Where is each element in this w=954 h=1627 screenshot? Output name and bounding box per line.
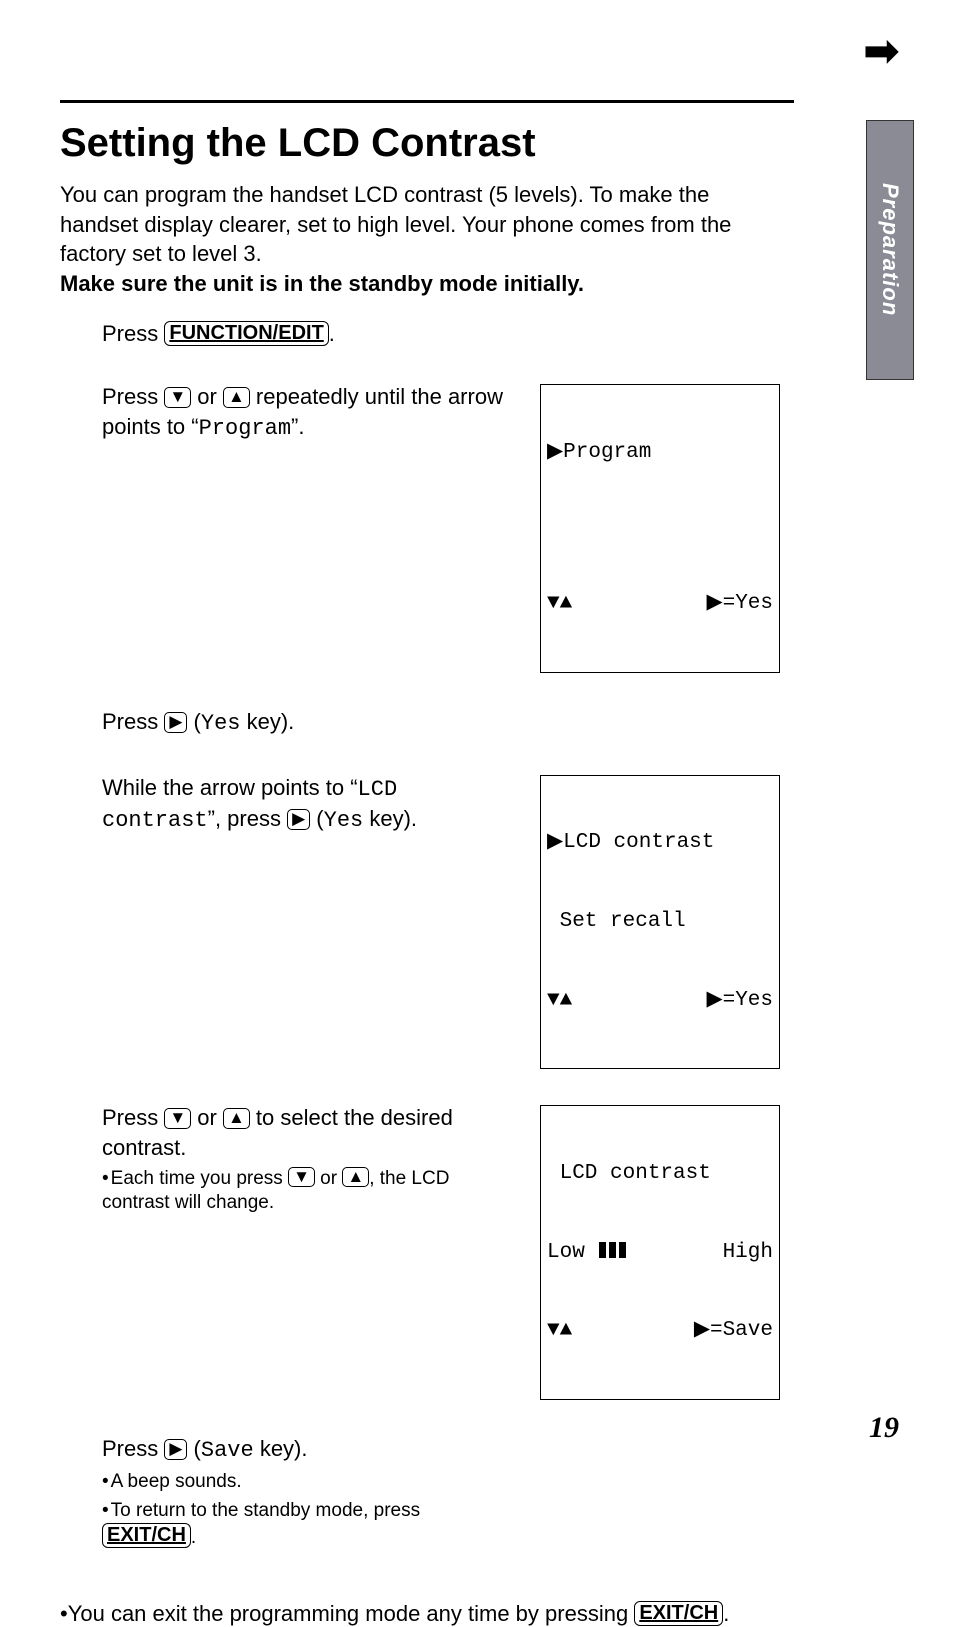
footer-pre: •You can exit the programming mode any t… xyxy=(60,1601,634,1626)
lcd1-row3l: ▼▲ xyxy=(547,591,572,617)
step5-sub-a: Each time you press xyxy=(102,1168,288,1189)
lcd2-row2: Set recall xyxy=(547,909,773,935)
continue-arrow-icon: ➡ xyxy=(864,30,899,72)
step-5: Press ▼ or ▲ to select the desired contr… xyxy=(102,1103,784,1400)
step2-mid: or xyxy=(191,384,223,409)
up-arrow-button[interactable]: ▲ xyxy=(223,387,250,408)
step4-a: While the arrow points to “ xyxy=(102,775,358,800)
step4-d: key). xyxy=(363,806,417,831)
right-arrow-button[interactable]: ▶ xyxy=(164,712,187,733)
lcd3-row1: LCD contrast xyxy=(547,1161,773,1187)
page-number: 19 xyxy=(869,1411,899,1445)
step4-mono2: Yes xyxy=(324,808,364,833)
step3-post1: ( xyxy=(187,709,200,734)
up-arrow-button-2[interactable]: ▲ xyxy=(223,1108,250,1129)
up-arrow-button-3[interactable]: ▲ xyxy=(342,1167,369,1188)
step-6: Press ▶ (Save key). A beep sounds. To re… xyxy=(102,1434,784,1551)
intro-bold: Make sure the unit is in the standby mod… xyxy=(60,271,584,296)
step2-mono: Program xyxy=(199,416,291,441)
step6-sub1: A beep sounds. xyxy=(102,1471,242,1492)
lcd1-row3r: ▶=Yes xyxy=(706,591,773,617)
step-2: Press ▼ or ▲ repeatedly until the arrow … xyxy=(102,382,784,673)
step3-mono: Yes xyxy=(201,711,241,736)
step6-post1: ( xyxy=(187,1436,200,1461)
lcd-screen-1: ▶Program ▼▲ ▶=Yes xyxy=(540,384,780,673)
step6-sub1-wrap: A beep sounds. xyxy=(102,1470,512,1495)
step6-sub2a: To return to the standby mode, press xyxy=(102,1500,420,1521)
step-3: Press ▶ (Yes key). xyxy=(102,707,784,739)
lcd-screen-2: ▶LCD contrast Set recall ▼▲ ▶=Yes xyxy=(540,775,780,1070)
contrast-bars-icon xyxy=(599,1242,626,1258)
step-4: While the arrow points to “LCD contrast”… xyxy=(102,773,784,1070)
step2-post2: ”. xyxy=(291,414,304,439)
step3-post2: key). xyxy=(241,709,295,734)
exit-ch-button-2[interactable]: EXIT/CH xyxy=(634,1601,723,1626)
step2-pre: Press xyxy=(102,384,164,409)
step6-mono: Save xyxy=(201,1438,254,1463)
section-tab: Preparation xyxy=(866,120,914,380)
down-arrow-button[interactable]: ▼ xyxy=(164,387,191,408)
lcd-screen-3: LCD contrast Low High ▼▲ ▶=Save xyxy=(540,1105,780,1400)
lcd3-low: Low xyxy=(547,1241,585,1264)
lcd1-row1: ▶Program xyxy=(547,440,773,466)
page-title: Setting the LCD Contrast xyxy=(60,121,894,166)
step6-post2: key). xyxy=(254,1436,308,1461)
lcd2-row3l: ▼▲ xyxy=(547,988,572,1014)
divider xyxy=(60,100,794,103)
down-arrow-button-3[interactable]: ▼ xyxy=(288,1167,315,1188)
section-tab-label: Preparation xyxy=(877,183,903,316)
footer-note: •You can exit the programming mode any t… xyxy=(60,1601,894,1627)
step4-c: ( xyxy=(310,806,323,831)
exit-ch-button[interactable]: EXIT/CH xyxy=(102,1523,191,1548)
step5-sub: Each time you press ▼ or ▲, the LCD cont… xyxy=(102,1167,512,1216)
step1-pre: Press xyxy=(102,321,164,346)
right-arrow-button-2[interactable]: ▶ xyxy=(287,809,310,830)
step6-sub2b: . xyxy=(191,1527,196,1548)
footer-post: . xyxy=(723,1601,729,1626)
lcd3-high: High xyxy=(723,1240,773,1266)
step5-mid: or xyxy=(191,1105,223,1130)
step6-pre: Press xyxy=(102,1436,164,1461)
step-1: Press FUNCTION/EDIT. xyxy=(102,319,784,349)
step5-pre: Press xyxy=(102,1105,164,1130)
function-edit-button[interactable]: FUNCTION/EDIT xyxy=(164,321,328,346)
lcd2-row1: ▶LCD contrast xyxy=(547,830,773,856)
step6-sub2-wrap: To return to the standby mode, press EXI… xyxy=(102,1499,512,1551)
step1-post: . xyxy=(329,321,335,346)
step4-b: ”, press xyxy=(208,806,287,831)
lcd3-row3r: ▶=Save xyxy=(694,1318,773,1344)
intro-text: You can program the handset LCD contrast… xyxy=(60,180,784,299)
lcd3-row3l: ▼▲ xyxy=(547,1318,572,1344)
intro-body: You can program the handset LCD contrast… xyxy=(60,182,731,266)
step5-sub-mid: or xyxy=(315,1168,342,1189)
lcd2-row3r: ▶=Yes xyxy=(706,988,773,1014)
right-arrow-button-3[interactable]: ▶ xyxy=(164,1439,187,1460)
step3-pre: Press xyxy=(102,709,164,734)
down-arrow-button-2[interactable]: ▼ xyxy=(164,1108,191,1129)
